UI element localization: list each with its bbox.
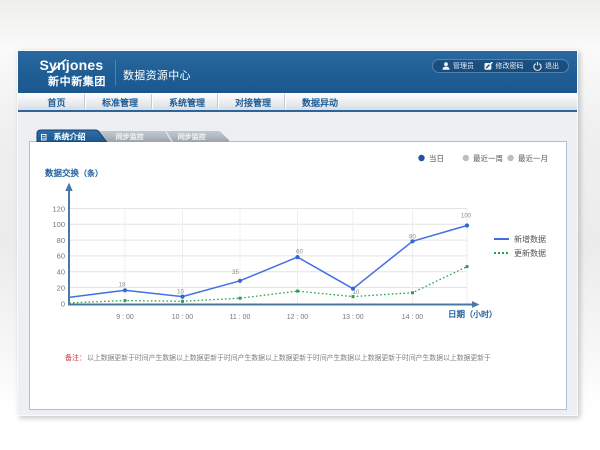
svg-text:最近一月: 最近一月 — [518, 153, 548, 163]
svg-text:100: 100 — [52, 220, 65, 229]
svg-text:0: 0 — [61, 299, 65, 308]
svg-text:9 : 00: 9 : 00 — [116, 314, 134, 321]
svg-text:当日: 当日 — [429, 153, 444, 163]
svg-text:日期（小时）: 日期（小时） — [448, 309, 497, 319]
svg-text:20: 20 — [57, 283, 65, 292]
svg-text:12 : 00: 12 : 00 — [287, 314, 309, 321]
svg-text:新增数据: 新增数据 — [514, 234, 546, 244]
svg-text:11 : 00: 11 : 00 — [230, 314, 251, 321]
svg-text:13 : 00: 13 : 00 — [342, 314, 364, 321]
svg-text:14 : 00: 14 : 00 — [402, 314, 424, 321]
svg-text:备注：: 备注： — [65, 353, 86, 362]
svg-text:以上数据更新于时间产生数据以上数据更新于时间产生数据以上数据: 以上数据更新于时间产生数据以上数据更新于时间产生数据以上数据更新于时间产生数据以… — [87, 353, 491, 362]
svg-text:数据交换（条）: 数据交换（条） — [45, 168, 103, 178]
svg-text:更新数据: 更新数据 — [514, 248, 546, 258]
svg-text:10 : 00: 10 : 00 — [172, 314, 194, 321]
svg-text:35: 35 — [232, 270, 239, 276]
svg-text:系统介绍: 系统介绍 — [54, 131, 86, 141]
svg-text:10: 10 — [353, 290, 360, 296]
svg-text:120: 120 — [52, 204, 65, 213]
svg-text:80: 80 — [57, 236, 65, 245]
svg-text:18: 18 — [119, 283, 126, 289]
svg-text:60: 60 — [296, 250, 303, 256]
svg-text:40: 40 — [57, 268, 65, 277]
svg-text:10: 10 — [177, 289, 184, 295]
svg-text:同步监控: 同步监控 — [178, 132, 206, 141]
svg-text:同步监控: 同步监控 — [116, 132, 144, 141]
svg-text:最近一周: 最近一周 — [473, 153, 503, 163]
svg-text:60: 60 — [57, 252, 65, 261]
svg-text:100: 100 — [461, 214, 472, 220]
svg-text:80: 80 — [409, 235, 416, 241]
